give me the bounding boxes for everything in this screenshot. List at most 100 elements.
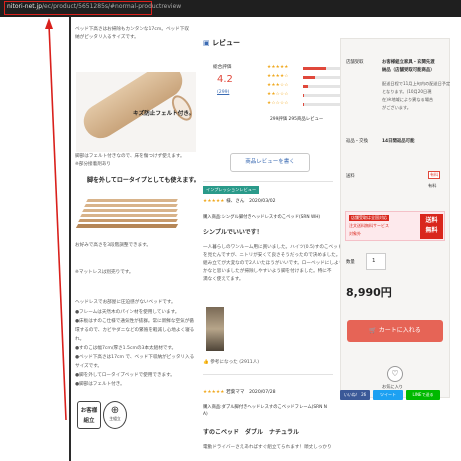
add-to-cart-button[interactable]: 🛒 カートに入れる (347, 320, 443, 342)
bed-frame (75, 224, 179, 228)
spec-line: ●ベッド下高さは17cm で、ベッド下収納がピッタリ入る (75, 355, 195, 360)
rating-bar-fill (303, 103, 304, 106)
overall-label: 総合評価 (213, 65, 232, 70)
review-summary: 299評価 295商品レビュー (270, 117, 324, 122)
review1-body-line: かなと思いましたが掃除しやすいよう脚を付けました。特に不 (203, 269, 332, 274)
tweet-button[interactable]: ツイート (373, 390, 403, 400)
spec-line: れ。 (75, 337, 85, 342)
campaign-text: 注文送料無料サービス (349, 223, 389, 228)
spec-line: ※マットレスは別売りです。 (75, 270, 134, 275)
spec-line: ●床板はすのこ仕様で通気性が抜群。常に新鮮な空気が循 (75, 319, 194, 324)
spec-line: 環するので、カビやダニなどの繁殖を軽減し心地よく寝る (75, 328, 195, 333)
shipping-note: 配送日程で11月上旬内の配送日予定 (382, 81, 451, 86)
lowtype-heading: 脚を外してロータイプとしても使えます。 (87, 177, 200, 184)
review2-title: すのこベッド ダブル ナチュラル (203, 429, 300, 436)
overall-score: 4.2 (217, 74, 233, 85)
badge2-label: 主組立 (109, 416, 121, 421)
helpful-label: 参考になった (2911人) (210, 360, 260, 365)
campaign-text: 店舗受取は全国対応 (349, 215, 389, 221)
spec-line: ●フレームは天然木のパイン材を使用しています。 (75, 310, 180, 315)
shipping-value: 有料 (428, 183, 437, 188)
write-review-button[interactable]: 商品レビューを書く (230, 153, 310, 172)
bed-slat (84, 204, 178, 207)
review1-body-line: 満なく使えてます。 (203, 277, 244, 282)
slatted-bed-image (75, 193, 193, 233)
review2-product: A) (203, 412, 208, 417)
rating-row-5[interactable]: ★★★★★ 155人 (267, 65, 359, 76)
review1-stars: ★★★★★ (203, 199, 225, 204)
review2-meta: ★★★★★ 若葉ママ 2020/07/28 (203, 389, 276, 395)
browser-address-bar[interactable]: nitori-net.jp/ec/product/5651285s/#norma… (0, 0, 461, 17)
rating-row-2[interactable]: ★★☆☆☆ 5人 (267, 92, 355, 103)
impression-review-tag: インプレッションレビュー (203, 186, 260, 194)
helpful-button[interactable]: 👍 参考になった (2911人) (203, 359, 259, 365)
store-text: 納品（店舗受取可能商品） (382, 68, 435, 73)
review1-meta: ★★★★★ 様、さん 2020/03/02 (203, 198, 276, 204)
quantity-input[interactable]: 1 (366, 253, 386, 270)
review2-user: 若葉ママ (226, 390, 245, 395)
rating-bar-fill (303, 67, 326, 70)
price: 8,990円 (346, 286, 392, 299)
review1-body-line: 組み立てが大変なので2人いたほうがいいです。ローベッドにしよう (203, 261, 344, 266)
cart-icon: 🛒 (369, 327, 377, 334)
divider (203, 374, 333, 375)
facebook-like-button[interactable]: いいね！ 26 (340, 390, 370, 400)
favorite-button[interactable]: ♡ (387, 366, 403, 382)
badge-word: 送料 (425, 217, 438, 224)
left-gutter (0, 17, 72, 461)
badge-line-top: お客様 (80, 408, 98, 414)
spec-line: ●すのこは幅7cm/厚さ1.5cmの3本太組材です。 (75, 346, 177, 351)
shipping-label: 送料 (346, 174, 355, 179)
badge-word: 無料 (425, 227, 438, 234)
assembly-icon-badge: ⊕ 主組立 (103, 401, 127, 429)
store-label: 店舗受取 (346, 60, 364, 65)
plus-icon: ⊕ (110, 405, 120, 416)
customer-assembly-badge: お客様 組立 (77, 401, 101, 429)
divider (203, 181, 333, 182)
url-text[interactable]: nitori-net.jp/ec/product/5651285s/#norma… (7, 3, 181, 10)
heart-icon: ♡ (391, 369, 399, 378)
spec-line: ヘッドレスでお部屋に圧迫感がないベッドです。 (75, 300, 176, 305)
review1-body-line: を見たんですが、ニトリが安くて良さそうだったので決めました。 (203, 253, 341, 258)
felt-line: ※部分接着剤あり (75, 162, 112, 167)
rating-row-4[interactable]: ★★★★☆ 81人 (267, 74, 356, 85)
campaign-text: 対象外 (349, 231, 361, 236)
url-path: /ec/product/5651285s/#normal-productrevi… (42, 3, 182, 10)
bed-slat (80, 214, 178, 217)
felt-line: 脚部はフェルト付きなので、床を傷つけず使えます。 (75, 154, 185, 159)
rating-bar-fill (303, 85, 308, 88)
spec-line: ●脚部はフェルト付き。 (75, 382, 125, 387)
bed-slat (82, 209, 178, 212)
desc-line: ベッド下高さはお掃除もカンタンな17cm。ベッド下収 (75, 27, 189, 32)
review2-body-line: 電動ドライバーさえあればすぐ組立てられます！頑丈しっかり (203, 445, 332, 450)
spec-line: ●脚を外してロータイプベッドで使用できます。 (75, 373, 175, 378)
review1-photo[interactable] (206, 307, 224, 351)
free-shipping-campaign[interactable]: 店舗受取は全国対応 注文送料無料サービス 対象外 送料 無料 (345, 211, 445, 241)
desc-line: 納がピッタリ入るサイズです。 (75, 35, 139, 40)
review2-product: 購入商品:ダブル脚付きヘッドレスすのこベッドフレーム(SRN N (203, 405, 327, 410)
shipping-badge: 有料 (428, 171, 440, 179)
shipping-note: がございます。 (382, 105, 411, 110)
review-title-text: レビュー (212, 39, 241, 47)
review-section: ▣ レビュー 総合評価 4.2 (299) ★★★★★ 155人 ★★★★☆ 8… (203, 17, 359, 461)
url-domain: nitori-net.jp (7, 3, 43, 10)
bed-slat (78, 219, 178, 222)
line-share-button[interactable]: LINEで送る (406, 390, 440, 400)
cart-button-label: カートに入れる (378, 327, 421, 334)
overall-count[interactable]: (299) (217, 90, 229, 95)
lowtype-line: お好みで高さを3段階調整できます。 (75, 243, 151, 248)
return-label: 返品・交換 (346, 139, 368, 144)
purchase-panel: 店舗受取 お客様組立家具・玄関先渡 納品（店舗受取可能商品） 配送日程で11月上… (340, 38, 450, 461)
review1-product: 購入商品:シングル脚付きヘッドレスすのこベッド(SRN WH) (203, 215, 321, 220)
rating-row-1[interactable]: ★☆☆☆☆ 6人 (267, 101, 355, 112)
rating-bar-fill (303, 94, 304, 97)
rating-stars: ★★★★★ (267, 65, 289, 70)
return-value: 14日間返品可能 (382, 139, 415, 144)
qty-label: 数量 (346, 260, 355, 265)
review1-body-line: 一人暮らしのワンルーム用に買いました。ハイツ(0.5)すのこベッド (203, 245, 343, 250)
badge-line-bottom: 組立 (83, 418, 95, 424)
store-text: お客様組立家具・玄関先渡 (382, 60, 435, 65)
rating-row-3[interactable]: ★★★☆☆ 32人 (267, 83, 356, 94)
felt-heading: キズ防止フェルト付き。 (133, 111, 195, 117)
spec-line: サイズです。 (75, 364, 102, 369)
